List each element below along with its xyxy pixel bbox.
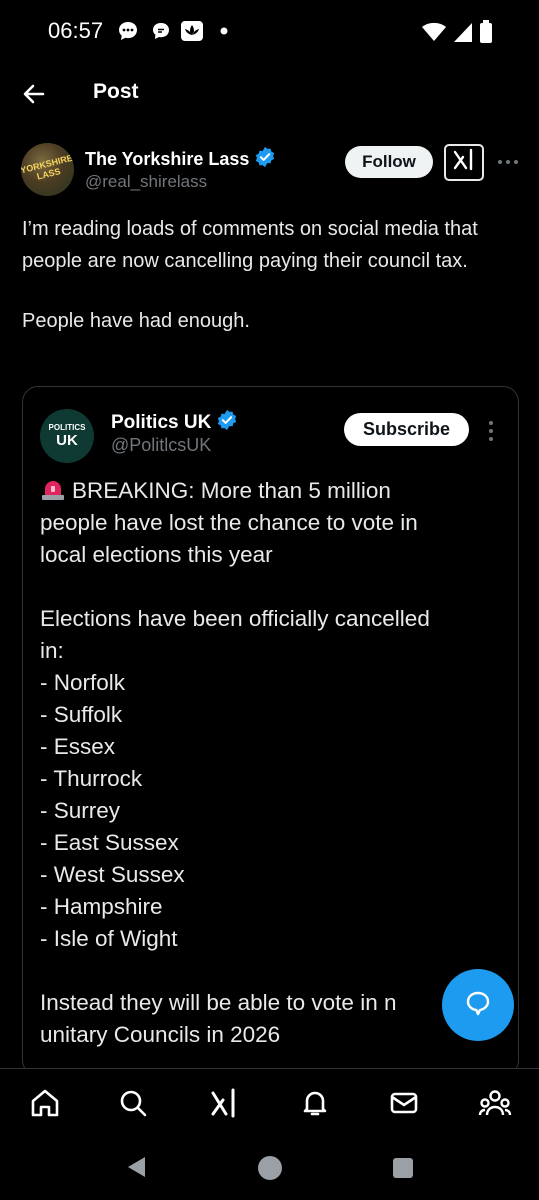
- quoted-post-line-text: Instead they will be able to vote in n: [40, 990, 397, 1015]
- quoted-post-line-text: local elections this year: [40, 542, 273, 567]
- verified-badge-icon: [254, 146, 276, 173]
- avatar-logo-text: YORKSHIRE LASS: [21, 152, 74, 182]
- quoted-post-line: - Essex: [40, 731, 510, 763]
- notification-dot-icon: [220, 27, 228, 35]
- quoted-more-options-icon[interactable]: [481, 419, 501, 443]
- reply-fab-button[interactable]: [442, 969, 514, 1041]
- wifi-icon: [421, 21, 447, 48]
- verified-badge-icon: [216, 409, 238, 437]
- quoted-post-card[interactable]: POLITICS UK Politics UK @PolitlcsUK Subs…: [22, 386, 519, 1076]
- status-bar: 06:57: [0, 0, 539, 62]
- author-name[interactable]: The Yorkshire Lass: [85, 146, 276, 173]
- back-arrow-icon[interactable]: [20, 80, 48, 108]
- status-time: 06:57: [48, 18, 104, 43]
- quoted-post-line-text: - West Sussex: [40, 862, 185, 887]
- quoted-avatar-logo-main: UK: [56, 432, 78, 449]
- grok-icon[interactable]: [206, 1085, 242, 1121]
- quoted-post-line: - East Sussex: [40, 827, 510, 859]
- quoted-post-line-text: - Hampshire: [40, 894, 163, 919]
- notifications-icon[interactable]: [297, 1085, 333, 1121]
- quoted-post-line: [40, 955, 510, 987]
- siren-emoji-icon: [40, 478, 66, 500]
- message-icon: [150, 20, 172, 42]
- bottom-navigation: [0, 1068, 539, 1136]
- quoted-post-line: in:: [40, 635, 510, 667]
- quoted-post-line: BREAKING: More than 5 million: [40, 475, 510, 507]
- communities-icon[interactable]: [477, 1085, 513, 1121]
- quoted-post-line-text: - Isle of Wight: [40, 926, 178, 951]
- quoted-post-line-text: - Norfolk: [40, 670, 126, 695]
- lotus-app-icon: [180, 20, 204, 42]
- quoted-post-line-text: - Suffolk: [40, 702, 123, 727]
- quoted-post-line-text: people have lost the chance to vote in: [40, 510, 418, 535]
- messages-icon[interactable]: [386, 1085, 422, 1121]
- grok-button[interactable]: [444, 144, 484, 181]
- quoted-post-line: - West Sussex: [40, 859, 510, 891]
- system-home-icon[interactable]: [257, 1155, 283, 1186]
- quoted-post-text: BREAKING: More than 5 million people have…: [40, 475, 510, 1051]
- reply-bubble-icon: [463, 988, 493, 1023]
- quoted-post-line: local elections this year: [40, 539, 510, 571]
- quoted-author-name-text: Politics UK: [111, 412, 212, 433]
- quoted-avatar-logo-top: POLITICS: [48, 423, 86, 432]
- home-icon[interactable]: [27, 1085, 63, 1121]
- quoted-author-name[interactable]: Politics UK: [111, 409, 238, 437]
- quoted-post-line: [40, 571, 510, 603]
- battery-icon: [479, 20, 493, 49]
- more-options-icon[interactable]: [496, 150, 520, 174]
- system-status-icons: [421, 20, 493, 49]
- author-avatar[interactable]: YORKSHIRE LASS: [21, 143, 74, 196]
- grok-icon: [451, 147, 477, 178]
- quoted-post-line: - Surrey: [40, 795, 510, 827]
- system-recents-icon[interactable]: [392, 1157, 414, 1184]
- author-name-text: The Yorkshire Lass: [85, 149, 250, 169]
- quoted-post-line: Instead they will be able to vote in n: [40, 987, 510, 1019]
- quoted-post-line: unitary Councils in 2026: [40, 1019, 510, 1051]
- post-text: I’m reading loads of comments on social …: [22, 213, 522, 337]
- quoted-post-line: - Norfolk: [40, 667, 510, 699]
- follow-button[interactable]: Follow: [345, 146, 433, 178]
- author-handle[interactable]: @real_shirelass: [85, 172, 207, 192]
- quoted-post-line-text: Elections have been officially cancelled: [40, 606, 430, 631]
- quoted-post-line-text: BREAKING: More than 5 million: [72, 478, 391, 503]
- quoted-post-line: - Suffolk: [40, 699, 510, 731]
- chat-bubble-icon: [117, 20, 139, 42]
- subscribe-button[interactable]: Subscribe: [344, 413, 469, 446]
- system-back-icon[interactable]: [125, 1155, 149, 1184]
- quoted-post-line: Elections have been officially cancelled: [40, 603, 510, 635]
- post-text-paragraph: I’m reading loads of comments on social …: [22, 218, 478, 272]
- quoted-post-line-text: in:: [40, 638, 64, 663]
- quoted-post-line-text: - Essex: [40, 734, 116, 759]
- post-text-paragraph: People have had enough.: [22, 310, 250, 332]
- quoted-post-line-text: - East Sussex: [40, 830, 179, 855]
- quoted-post-line: - Hampshire: [40, 891, 510, 923]
- quoted-author-handle[interactable]: @PolitlcsUK: [111, 435, 211, 456]
- quoted-post-line: - Thurrock: [40, 763, 510, 795]
- quoted-post-line: - Isle of Wight: [40, 923, 510, 955]
- quoted-post-line-text: - Thurrock: [40, 766, 143, 791]
- quoted-post-line-text: unitary Councils in 2026: [40, 1022, 281, 1047]
- quoted-post-line: people have lost the chance to vote in: [40, 507, 510, 539]
- post-header: Post: [0, 62, 539, 126]
- cellular-signal-icon: [453, 21, 473, 48]
- page-title: Post: [93, 80, 139, 103]
- system-navigation-bar: [0, 1136, 539, 1200]
- search-icon[interactable]: [115, 1085, 151, 1121]
- quoted-post-line-text: - Surrey: [40, 798, 121, 823]
- quoted-author-avatar[interactable]: POLITICS UK: [40, 409, 94, 463]
